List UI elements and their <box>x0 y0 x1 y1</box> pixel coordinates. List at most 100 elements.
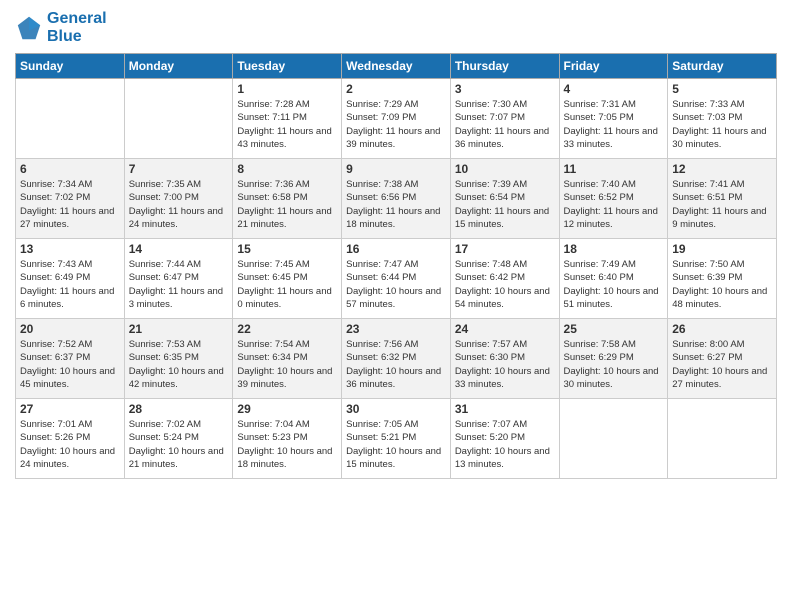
day-number: 11 <box>564 162 664 176</box>
day-info: Sunrise: 7:28 AM Sunset: 7:11 PM Dayligh… <box>237 98 337 151</box>
day-info: Sunrise: 7:56 AM Sunset: 6:32 PM Dayligh… <box>346 338 446 391</box>
day-number: 28 <box>129 402 229 416</box>
calendar-week-row: 20Sunrise: 7:52 AM Sunset: 6:37 PM Dayli… <box>16 319 777 399</box>
day-number: 4 <box>564 82 664 96</box>
calendar-week-row: 6 Sunrise: 7:34 AM Sunset: 7:02 PM Daylig… <box>16 159 777 239</box>
day-number: 26 <box>672 322 772 336</box>
calendar-week-row: 1 Sunrise: 7:28 AM Sunset: 7:11 PM Daylig… <box>16 79 777 159</box>
day-info: Sunrise: 7:41 AM Sunset: 6:51 PM Dayligh… <box>672 178 772 231</box>
day-header-wednesday: Wednesday <box>342 54 451 79</box>
day-number: 12 <box>672 162 772 176</box>
day-number: 15 <box>237 242 337 256</box>
day-info: Sunrise: 7:45 AM Sunset: 6:45 PM Dayligh… <box>237 258 337 311</box>
calendar-cell: 18Sunrise: 7:49 AM Sunset: 6:40 PM Dayli… <box>559 239 668 319</box>
day-info: Sunrise: 7:44 AM Sunset: 6:47 PM Dayligh… <box>129 258 229 311</box>
calendar-cell: 12 Sunrise: 7:41 AM Sunset: 6:51 PM Dayli… <box>668 159 777 239</box>
day-number: 22 <box>237 322 337 336</box>
calendar-cell: 29 Sunrise: 7:04 AM Sunset: 5:23 PM Dayli… <box>233 399 342 479</box>
day-info: Sunrise: 7:04 AM Sunset: 5:23 PM Dayligh… <box>237 418 337 471</box>
day-header-monday: Monday <box>124 54 233 79</box>
day-info: Sunrise: 7:01 AM Sunset: 5:26 PM Dayligh… <box>20 418 120 471</box>
calendar-cell: 21Sunrise: 7:53 AM Sunset: 6:35 PM Dayli… <box>124 319 233 399</box>
day-info: Sunrise: 7:50 AM Sunset: 6:39 PM Dayligh… <box>672 258 772 311</box>
calendar-cell: 15 Sunrise: 7:45 AM Sunset: 6:45 PM Dayli… <box>233 239 342 319</box>
calendar-cell: 26 Sunrise: 8:00 AM Sunset: 6:27 PM Dayli… <box>668 319 777 399</box>
calendar-cell: 20Sunrise: 7:52 AM Sunset: 6:37 PM Dayli… <box>16 319 125 399</box>
day-info: Sunrise: 7:54 AM Sunset: 6:34 PM Dayligh… <box>237 338 337 391</box>
day-header-tuesday: Tuesday <box>233 54 342 79</box>
day-number: 24 <box>455 322 555 336</box>
day-info: Sunrise: 7:47 AM Sunset: 6:44 PM Dayligh… <box>346 258 446 311</box>
calendar-cell: 1 Sunrise: 7:28 AM Sunset: 7:11 PM Daylig… <box>233 79 342 159</box>
page: General Blue SundayMondayTuesdayWednesda… <box>0 0 792 612</box>
calendar-cell: 8 Sunrise: 7:36 AM Sunset: 6:58 PM Daylig… <box>233 159 342 239</box>
day-number: 27 <box>20 402 120 416</box>
calendar-cell <box>16 79 125 159</box>
calendar-cell: 10Sunrise: 7:39 AM Sunset: 6:54 PM Dayli… <box>450 159 559 239</box>
day-info: Sunrise: 7:34 AM Sunset: 7:02 PM Dayligh… <box>20 178 120 231</box>
day-info: Sunrise: 7:36 AM Sunset: 6:58 PM Dayligh… <box>237 178 337 231</box>
calendar-cell: 11 Sunrise: 7:40 AM Sunset: 6:52 PM Dayli… <box>559 159 668 239</box>
calendar-cell <box>668 399 777 479</box>
calendar-cell <box>559 399 668 479</box>
calendar-cell: 3 Sunrise: 7:30 AM Sunset: 7:07 PM Daylig… <box>450 79 559 159</box>
calendar-cell: 22 Sunrise: 7:54 AM Sunset: 6:34 PM Dayli… <box>233 319 342 399</box>
day-info: Sunrise: 7:48 AM Sunset: 6:42 PM Dayligh… <box>455 258 555 311</box>
day-info: Sunrise: 7:05 AM Sunset: 5:21 PM Dayligh… <box>346 418 446 471</box>
calendar-header-row: SundayMondayTuesdayWednesdayThursdayFrid… <box>16 54 777 79</box>
calendar-cell: 23 Sunrise: 7:56 AM Sunset: 6:32 PM Dayli… <box>342 319 451 399</box>
day-number: 31 <box>455 402 555 416</box>
day-header-saturday: Saturday <box>668 54 777 79</box>
day-number: 5 <box>672 82 772 96</box>
day-number: 3 <box>455 82 555 96</box>
day-info: Sunrise: 7:35 AM Sunset: 7:00 PM Dayligh… <box>129 178 229 231</box>
day-info: Sunrise: 7:30 AM Sunset: 7:07 PM Dayligh… <box>455 98 555 151</box>
day-number: 7 <box>129 162 229 176</box>
day-number: 20 <box>20 322 120 336</box>
day-number: 8 <box>237 162 337 176</box>
calendar-table: SundayMondayTuesdayWednesdayThursdayFrid… <box>15 53 777 479</box>
day-info: Sunrise: 7:33 AM Sunset: 7:03 PM Dayligh… <box>672 98 772 151</box>
calendar-cell: 16Sunrise: 7:47 AM Sunset: 6:44 PM Dayli… <box>342 239 451 319</box>
day-number: 25 <box>564 322 664 336</box>
logo-text: General Blue <box>47 10 107 45</box>
day-header-friday: Friday <box>559 54 668 79</box>
calendar-cell: 30 Sunrise: 7:05 AM Sunset: 5:21 PM Dayli… <box>342 399 451 479</box>
day-number: 19 <box>672 242 772 256</box>
day-info: Sunrise: 7:58 AM Sunset: 6:29 PM Dayligh… <box>564 338 664 391</box>
day-number: 2 <box>346 82 446 96</box>
calendar-week-row: 27 Sunrise: 7:01 AM Sunset: 5:26 PM Dayli… <box>16 399 777 479</box>
day-number: 6 <box>20 162 120 176</box>
day-number: 10 <box>455 162 555 176</box>
day-info: Sunrise: 7:49 AM Sunset: 6:40 PM Dayligh… <box>564 258 664 311</box>
header: General Blue <box>15 10 777 45</box>
day-info: Sunrise: 7:40 AM Sunset: 6:52 PM Dayligh… <box>564 178 664 231</box>
day-number: 23 <box>346 322 446 336</box>
day-info: Sunrise: 7:38 AM Sunset: 6:56 PM Dayligh… <box>346 178 446 231</box>
day-number: 29 <box>237 402 337 416</box>
calendar-cell: 24 Sunrise: 7:57 AM Sunset: 6:30 PM Dayli… <box>450 319 559 399</box>
day-number: 14 <box>129 242 229 256</box>
calendar-cell: 7 Sunrise: 7:35 AM Sunset: 7:00 PM Daylig… <box>124 159 233 239</box>
calendar-cell: 27 Sunrise: 7:01 AM Sunset: 5:26 PM Dayli… <box>16 399 125 479</box>
calendar-cell: 31 Sunrise: 7:07 AM Sunset: 5:20 PM Dayli… <box>450 399 559 479</box>
calendar-cell: 5 Sunrise: 7:33 AM Sunset: 7:03 PM Daylig… <box>668 79 777 159</box>
calendar-cell: 14 Sunrise: 7:44 AM Sunset: 6:47 PM Dayli… <box>124 239 233 319</box>
day-header-thursday: Thursday <box>450 54 559 79</box>
calendar-cell: 13Sunrise: 7:43 AM Sunset: 6:49 PM Dayli… <box>16 239 125 319</box>
day-info: Sunrise: 7:53 AM Sunset: 6:35 PM Dayligh… <box>129 338 229 391</box>
calendar-body: 1 Sunrise: 7:28 AM Sunset: 7:11 PM Daylig… <box>16 79 777 479</box>
calendar-week-row: 13Sunrise: 7:43 AM Sunset: 6:49 PM Dayli… <box>16 239 777 319</box>
day-number: 30 <box>346 402 446 416</box>
day-info: Sunrise: 7:02 AM Sunset: 5:24 PM Dayligh… <box>129 418 229 471</box>
day-info: Sunrise: 8:00 AM Sunset: 6:27 PM Dayligh… <box>672 338 772 391</box>
logo: General Blue <box>15 10 107 45</box>
day-info: Sunrise: 7:07 AM Sunset: 5:20 PM Dayligh… <box>455 418 555 471</box>
day-info: Sunrise: 7:57 AM Sunset: 6:30 PM Dayligh… <box>455 338 555 391</box>
day-info: Sunrise: 7:29 AM Sunset: 7:09 PM Dayligh… <box>346 98 446 151</box>
day-header-sunday: Sunday <box>16 54 125 79</box>
day-number: 1 <box>237 82 337 96</box>
calendar-cell: 2 Sunrise: 7:29 AM Sunset: 7:09 PM Daylig… <box>342 79 451 159</box>
day-info: Sunrise: 7:31 AM Sunset: 7:05 PM Dayligh… <box>564 98 664 151</box>
calendar-cell: 25 Sunrise: 7:58 AM Sunset: 6:29 PM Dayli… <box>559 319 668 399</box>
